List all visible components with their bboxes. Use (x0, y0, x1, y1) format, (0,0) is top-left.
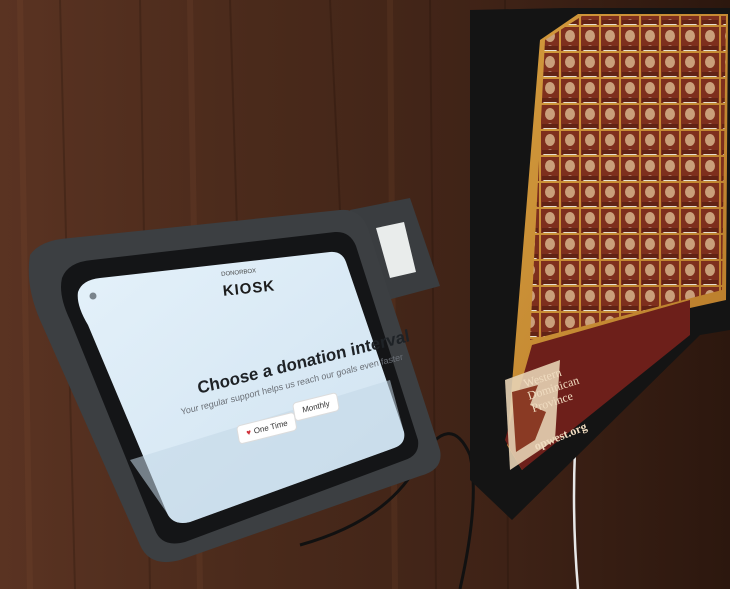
back-icon (89, 292, 97, 300)
monthly-label: Monthly (301, 398, 331, 415)
heart-icon: ♥ (245, 427, 252, 438)
photo-scene (0, 0, 730, 589)
one-time-label: One Time (253, 418, 289, 436)
poster-portrait-grid (530, 16, 726, 340)
